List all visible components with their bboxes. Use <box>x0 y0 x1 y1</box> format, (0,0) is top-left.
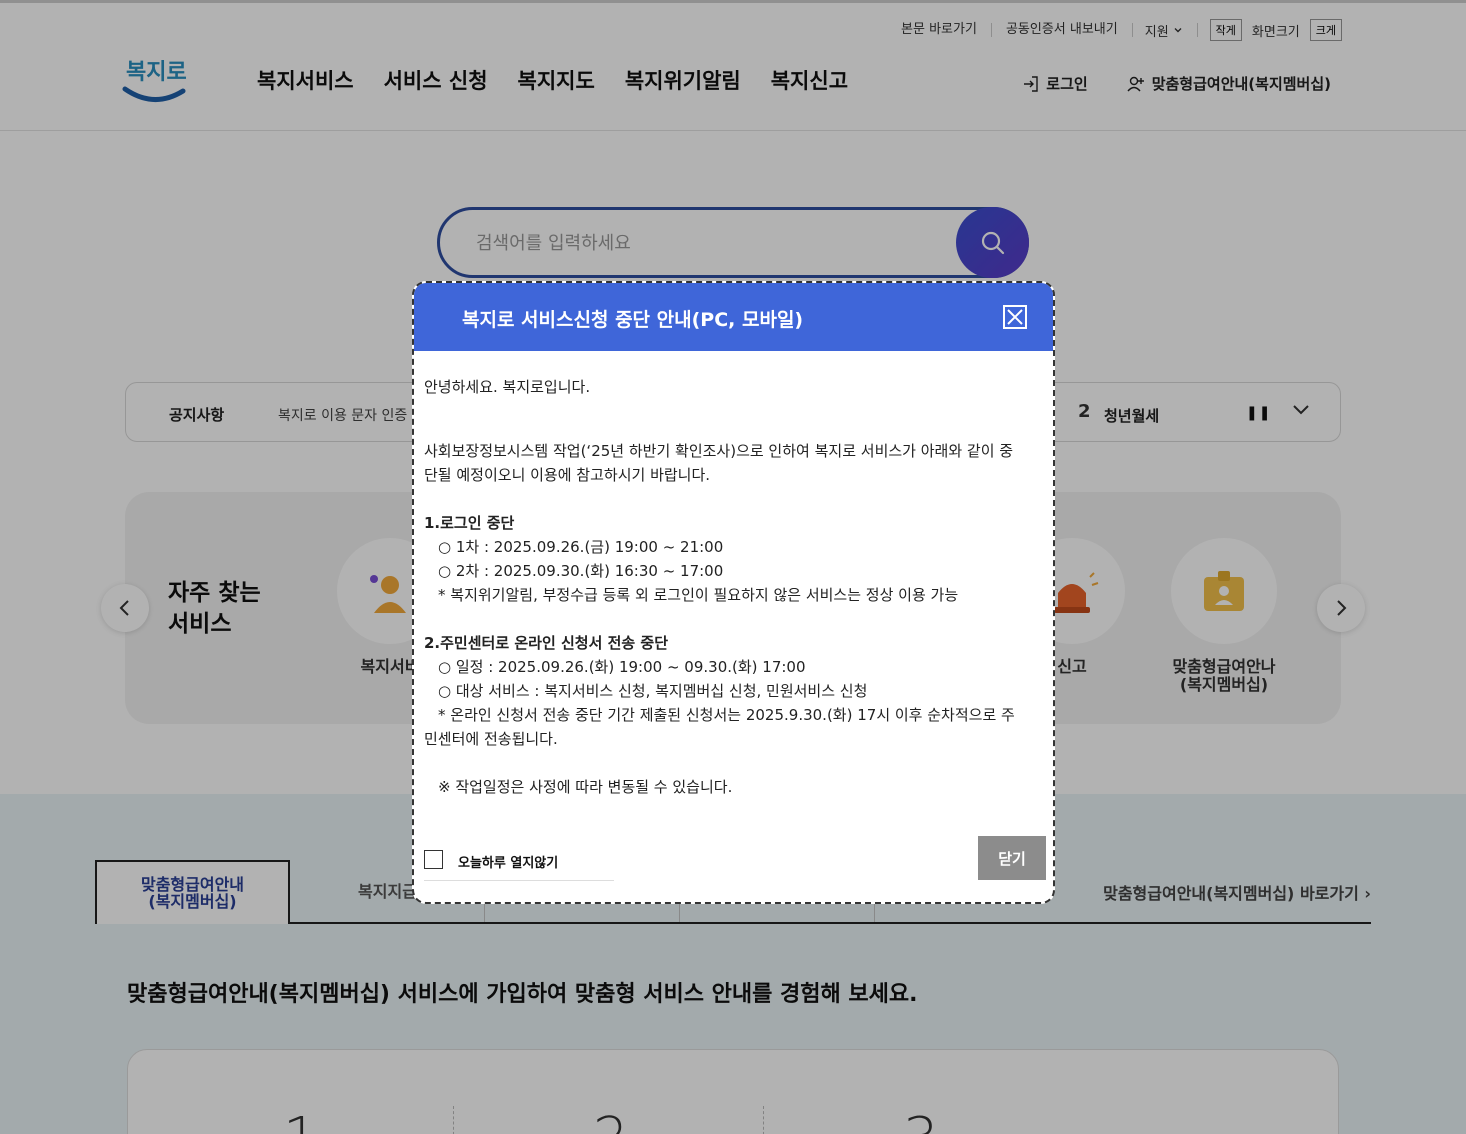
dont-show-today-label[interactable]: 오늘하루 열지않기 <box>458 852 558 871</box>
modal-body: 안녕하세요. 복지로입니다. 사회보장정보시스템 작업(‘25년 하반기 확인조… <box>424 375 1044 825</box>
modal-close-button[interactable] <box>1003 305 1027 329</box>
footer-divider <box>424 880 614 881</box>
notice-modal: 복지로 서비스신청 중단 안내(PC, 모바일) 안녕하세요. 복지로입니다. … <box>412 281 1055 904</box>
modal-header: 복지로 서비스신청 중단 안내(PC, 모바일) <box>414 283 1053 351</box>
intro-line: 단될 예정이오니 이용에 참고하시기 바랍니다. <box>424 466 711 484</box>
modal-footer: 오늘하루 열지않기 닫기 <box>414 836 1053 896</box>
dont-show-today-checkbox[interactable] <box>424 850 443 869</box>
section-2-note: * 온라인 신청서 전송 중단 기간 제출된 신청서는 2025.9.30.(화… <box>438 706 1015 724</box>
section-1-title: 1.로그인 중단 <box>424 514 515 532</box>
section-1-note: * 복지위기알림, 부정수급 등록 외 로그인이 필요하지 않은 서비스는 정상… <box>438 586 959 604</box>
section-1-item: ○ 1차 : 2025.09.26.(금) 19:00 ~ 21:00 <box>438 538 724 556</box>
section-2-item: ○ 대상 서비스 : 복지서비스 신청, 복지멤버십 신청, 민원서비스 신청 <box>438 682 868 700</box>
intro-line: 사회보장정보시스템 작업(‘25년 하반기 확인조사)으로 인하여 복지로 서비… <box>424 442 1014 460</box>
close-button[interactable]: 닫기 <box>978 836 1046 880</box>
close-icon <box>1007 309 1023 325</box>
modal-title: 복지로 서비스신청 중단 안내(PC, 모바일) <box>462 309 804 331</box>
section-2-note: 민센터에 전송됩니다. <box>424 730 558 748</box>
section-2-title: 2.주민센터로 온라인 신청서 전송 중단 <box>424 634 669 652</box>
schedule-remark: ※ 작업일정은 사정에 따라 변동될 수 있습니다. <box>438 778 733 796</box>
section-2-item: ○ 일정 : 2025.09.26.(화) 19:00 ~ 09.30.(화) … <box>438 658 806 676</box>
greeting: 안녕하세요. 복지로입니다. <box>424 378 591 396</box>
section-1-item: ○ 2차 : 2025.09.30.(화) 16:30 ~ 17:00 <box>438 562 724 580</box>
